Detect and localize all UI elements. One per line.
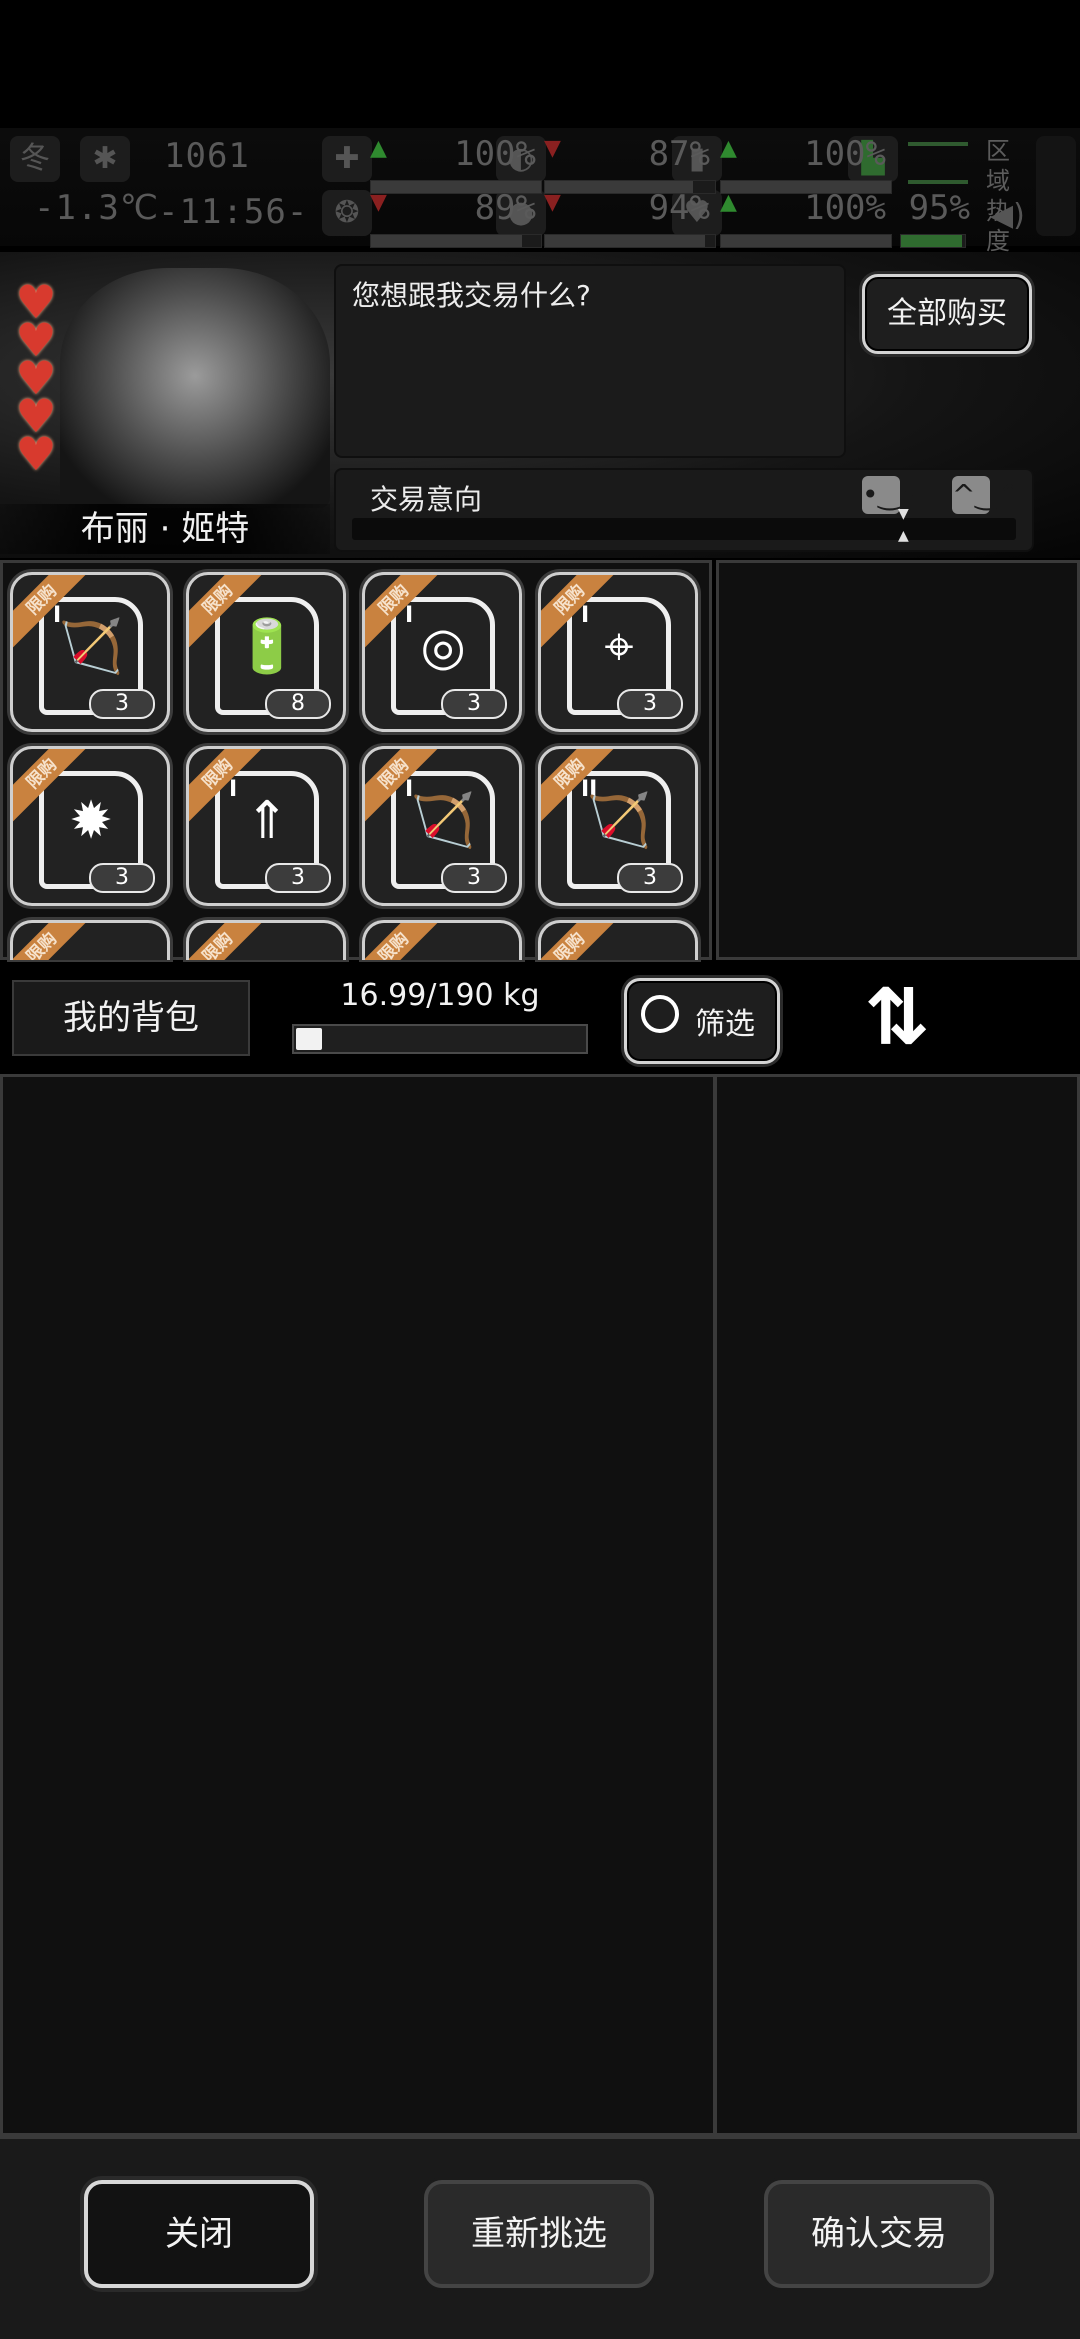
bow-blueprint-icon: 🏹	[58, 617, 124, 677]
intent-marker-icon: ▲	[898, 528, 909, 544]
limited-ribbon: 限购	[13, 923, 91, 960]
shop-item-bow-blueprint[interactable]: I 🏹 3 限购	[10, 572, 170, 732]
gun-upgrade-blueprint-icon: ⇑	[245, 791, 289, 851]
reselect-button[interactable]: 重新挑选	[424, 2180, 654, 2288]
trend-down-icon: ▼	[370, 190, 387, 215]
brain-icon: ❂	[322, 190, 372, 236]
neutral-face-icon: •‿•	[862, 476, 918, 514]
shop-item-partial[interactable]: 限购	[10, 920, 170, 960]
shop-item-gun-blast-blueprint[interactable]: ✹ 3 限购	[10, 746, 170, 906]
turret-blueprint-icon: ⌖	[604, 617, 634, 677]
backpack-detail-panel	[714, 1074, 1080, 2136]
shop-item-partial[interactable]: 限购	[538, 920, 698, 960]
happy-face-icon: ^‿^	[952, 476, 1021, 514]
stat-mood: ▲ 100%	[720, 188, 892, 248]
item-quantity: 3	[265, 863, 331, 893]
status-hud: 冬 ✱ 1061 -1.3℃ -11:56- ✚ ❂ ◐ ● ▮ ♥ ▙ ▲ 1…	[0, 128, 1080, 255]
battery-cell-icon: 🔋	[234, 617, 300, 677]
item-quantity: 3	[441, 863, 507, 893]
item-quantity: 3	[441, 689, 507, 719]
season-icon: 冬	[10, 136, 60, 182]
gun-blast-blueprint-icon: ✹	[69, 791, 113, 851]
bow-blast-blueprint-icon: 🏹	[410, 791, 476, 851]
heat-gauge	[1036, 136, 1076, 236]
shop-item-bow-blast-blueprint[interactable]: I 🏹 3 限购	[362, 746, 522, 906]
backpack-item-grid[interactable]	[0, 1074, 716, 2136]
zone-heat-label: 区域热度	[986, 137, 1010, 255]
shop-item-partial[interactable]: 限购	[186, 920, 346, 960]
stat-stamina: 95%	[900, 188, 970, 248]
intent-marker-icon: ▼	[898, 506, 909, 522]
shop-detail-panel	[716, 560, 1080, 960]
trade-intent-label: 交易意向	[370, 483, 483, 516]
dialog-text: 您想跟我交易什么?	[352, 279, 591, 312]
item-quantity: 3	[617, 689, 683, 719]
trade-intent-meter: ▼ ▲	[352, 506, 1016, 544]
trade-intent-panel: 交易意向 •‿• ^‿^ ▼ ▲	[336, 470, 1032, 550]
filter-button[interactable]: 筛选	[624, 978, 780, 1064]
magnifier-icon	[641, 995, 679, 1033]
weight-bar	[292, 1024, 588, 1054]
backpack-title: 我的背包	[12, 980, 250, 1056]
stat-sanity: ▼ 89%	[370, 188, 542, 248]
trader-name: 布丽 · 姬特	[0, 504, 330, 554]
stat-energy: ▲ 100%	[720, 134, 892, 194]
shop-item-bow-blueprint[interactable]: II 🏹 3 限购	[538, 746, 698, 906]
stat-thirst: ▼ 94%	[544, 188, 716, 248]
target-blueprint-icon: ◎	[420, 617, 466, 677]
stat-hunger: ▼ 87%	[544, 134, 716, 194]
limited-ribbon: 限购	[189, 923, 267, 960]
trend-up-icon: ▲	[720, 190, 737, 215]
trend-up-icon: ▲	[720, 136, 737, 161]
shop-item-gun-upgrade-blueprint[interactable]: I ⇑ 3 限购	[186, 746, 346, 906]
bow-blueprint-icon: 🏹	[586, 791, 652, 851]
confirm-trade-button[interactable]: 确认交易	[764, 2180, 994, 2288]
shop-item-partial[interactable]: 限购	[362, 920, 522, 960]
trend-down-icon: ▼	[544, 136, 561, 161]
clock-readout: -11:56-	[158, 192, 309, 232]
trend-down-icon: ▼	[544, 190, 561, 215]
item-quantity: 3	[89, 689, 155, 719]
weight-readout: 16.99/190 kg	[340, 978, 540, 1013]
trader-portrait	[60, 268, 330, 508]
stamina-meter	[908, 142, 968, 184]
close-button[interactable]: 关闭	[84, 2180, 314, 2288]
speaker-icon[interactable]: ◀)	[990, 198, 1025, 233]
weight-bar-fill	[296, 1028, 322, 1050]
item-quantity: 3	[89, 863, 155, 893]
swap-icon[interactable]: ⇅	[852, 970, 942, 1066]
limited-ribbon: 限购	[541, 923, 619, 960]
item-quantity: 8	[265, 689, 331, 719]
buy-all-button[interactable]: 全部购买	[862, 274, 1032, 354]
shop-item-target-blueprint[interactable]: I ◎ 3 限购	[362, 572, 522, 732]
stat-health: ▲ 100%	[370, 134, 542, 194]
trader-dialog: 您想跟我交易什么?	[336, 266, 844, 456]
trend-up-icon: ▲	[370, 136, 387, 161]
snowflake-icon: ✱	[80, 136, 130, 182]
day-counter: 1061	[164, 136, 250, 176]
affinity-heart-icon: ♥	[15, 427, 57, 481]
shop-item-turret-blueprint[interactable]: I ⌖ 3 限购	[538, 572, 698, 732]
item-quantity: 3	[617, 863, 683, 893]
first-aid-icon: ✚	[322, 136, 372, 182]
temperature-readout: -1.3℃	[34, 188, 160, 228]
shop-item-battery-cell[interactable]: 🔋 8 限购	[186, 572, 346, 732]
limited-ribbon: 限购	[365, 923, 443, 960]
